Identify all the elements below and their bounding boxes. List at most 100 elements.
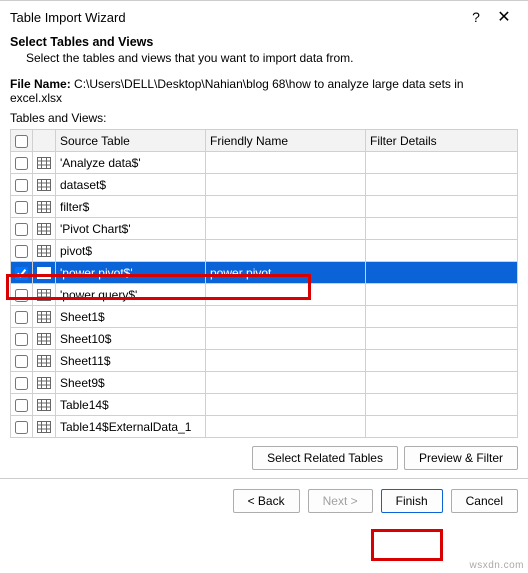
row-source-table[interactable]: Table14$ExternalData_1 bbox=[56, 416, 206, 438]
table-row[interactable]: Sheet11$ bbox=[11, 350, 518, 372]
row-checkbox[interactable] bbox=[15, 333, 28, 346]
table-row[interactable]: 'Analyze data$' bbox=[11, 152, 518, 174]
header-filter-details[interactable]: Filter Details bbox=[366, 130, 518, 152]
header-source-table[interactable]: Source Table bbox=[56, 130, 206, 152]
table-row[interactable]: 'power pivot$'power pivot bbox=[11, 262, 518, 284]
row-source-table[interactable]: 'Analyze data$' bbox=[56, 152, 206, 174]
row-friendly-name[interactable] bbox=[206, 394, 366, 416]
row-friendly-name[interactable] bbox=[206, 284, 366, 306]
row-filter-details[interactable] bbox=[366, 218, 518, 240]
row-filter-details[interactable] bbox=[366, 196, 518, 218]
row-source-table[interactable]: Sheet9$ bbox=[56, 372, 206, 394]
row-filter-details[interactable] bbox=[366, 394, 518, 416]
row-icon-cell bbox=[33, 152, 56, 174]
row-source-table[interactable]: filter$ bbox=[56, 196, 206, 218]
row-checkbox[interactable] bbox=[15, 399, 28, 412]
tables-grid[interactable]: Source Table Friendly Name Filter Detail… bbox=[10, 129, 518, 438]
row-filter-details[interactable] bbox=[366, 350, 518, 372]
row-friendly-name[interactable] bbox=[206, 152, 366, 174]
row-filter-details[interactable] bbox=[366, 306, 518, 328]
row-source-table[interactable]: 'power query$' bbox=[56, 284, 206, 306]
row-friendly-name[interactable]: power pivot bbox=[206, 262, 366, 284]
row-checkbox-cell[interactable] bbox=[11, 240, 33, 262]
row-friendly-name[interactable] bbox=[206, 350, 366, 372]
row-checkbox-cell[interactable] bbox=[11, 152, 33, 174]
row-checkbox-cell[interactable] bbox=[11, 416, 33, 438]
row-checkbox-cell[interactable] bbox=[11, 196, 33, 218]
table-row[interactable]: Sheet1$ bbox=[11, 306, 518, 328]
table-icon bbox=[37, 377, 51, 389]
select-related-tables-button[interactable]: Select Related Tables bbox=[252, 446, 398, 470]
row-source-table[interactable]: 'Pivot Chart$' bbox=[56, 218, 206, 240]
row-checkbox-cell[interactable] bbox=[11, 372, 33, 394]
header-description: Select the tables and views that you wan… bbox=[10, 49, 518, 65]
row-friendly-name[interactable] bbox=[206, 328, 366, 350]
row-source-table[interactable]: dataset$ bbox=[56, 174, 206, 196]
help-button[interactable]: ? bbox=[462, 9, 490, 25]
row-source-table[interactable]: Sheet1$ bbox=[56, 306, 206, 328]
row-checkbox-cell[interactable] bbox=[11, 306, 33, 328]
row-checkbox[interactable] bbox=[15, 289, 28, 302]
row-checkbox[interactable] bbox=[15, 223, 28, 236]
row-checkbox[interactable] bbox=[15, 201, 28, 214]
mid-button-row: Select Related Tables Preview & Filter bbox=[0, 438, 528, 476]
row-checkbox-cell[interactable] bbox=[11, 394, 33, 416]
row-filter-details[interactable] bbox=[366, 372, 518, 394]
wizard-header: Select Tables and Views Select the table… bbox=[0, 31, 528, 73]
row-checkbox[interactable] bbox=[15, 157, 28, 170]
row-checkbox-cell[interactable] bbox=[11, 262, 33, 284]
row-friendly-name[interactable] bbox=[206, 372, 366, 394]
row-filter-details[interactable] bbox=[366, 240, 518, 262]
row-filter-details[interactable] bbox=[366, 262, 518, 284]
row-checkbox[interactable] bbox=[15, 245, 28, 258]
row-checkbox[interactable] bbox=[15, 179, 28, 192]
row-source-table[interactable]: 'power pivot$' bbox=[56, 262, 206, 284]
table-row[interactable]: pivot$ bbox=[11, 240, 518, 262]
table-row[interactable]: filter$ bbox=[11, 196, 518, 218]
table-row[interactable]: 'power query$' bbox=[11, 284, 518, 306]
preview-filter-button[interactable]: Preview & Filter bbox=[404, 446, 518, 470]
table-row[interactable]: 'Pivot Chart$' bbox=[11, 218, 518, 240]
table-row[interactable]: Sheet9$ bbox=[11, 372, 518, 394]
titlebar: Table Import Wizard ? ✕ bbox=[0, 1, 528, 31]
row-filter-details[interactable] bbox=[366, 174, 518, 196]
row-filter-details[interactable] bbox=[366, 416, 518, 438]
select-all-checkbox[interactable] bbox=[15, 135, 28, 148]
header-title: Select Tables and Views bbox=[10, 35, 518, 49]
back-button[interactable]: < Back bbox=[233, 489, 300, 513]
row-friendly-name[interactable] bbox=[206, 174, 366, 196]
row-checkbox[interactable] bbox=[15, 267, 28, 280]
finish-button[interactable]: Finish bbox=[381, 489, 443, 513]
header-friendly-name[interactable]: Friendly Name bbox=[206, 130, 366, 152]
row-friendly-name[interactable] bbox=[206, 218, 366, 240]
header-checkbox-cell[interactable] bbox=[11, 130, 33, 152]
row-friendly-name[interactable] bbox=[206, 240, 366, 262]
table-icon bbox=[37, 399, 51, 411]
row-checkbox[interactable] bbox=[15, 355, 28, 368]
row-source-table[interactable]: Sheet11$ bbox=[56, 350, 206, 372]
table-row[interactable]: Sheet10$ bbox=[11, 328, 518, 350]
row-checkbox-cell[interactable] bbox=[11, 174, 33, 196]
row-friendly-name[interactable] bbox=[206, 416, 366, 438]
row-source-table[interactable]: Sheet10$ bbox=[56, 328, 206, 350]
row-checkbox[interactable] bbox=[15, 377, 28, 390]
window-title: Table Import Wizard bbox=[10, 10, 462, 25]
row-checkbox-cell[interactable] bbox=[11, 350, 33, 372]
row-friendly-name[interactable] bbox=[206, 196, 366, 218]
row-checkbox-cell[interactable] bbox=[11, 284, 33, 306]
row-filter-details[interactable] bbox=[366, 152, 518, 174]
row-filter-details[interactable] bbox=[366, 328, 518, 350]
table-row[interactable]: Table14$ bbox=[11, 394, 518, 416]
close-button[interactable]: ✕ bbox=[490, 7, 518, 27]
row-friendly-name[interactable] bbox=[206, 306, 366, 328]
table-row[interactable]: dataset$ bbox=[11, 174, 518, 196]
cancel-button[interactable]: Cancel bbox=[451, 489, 518, 513]
row-checkbox[interactable] bbox=[15, 311, 28, 324]
row-source-table[interactable]: Table14$ bbox=[56, 394, 206, 416]
row-checkbox-cell[interactable] bbox=[11, 218, 33, 240]
row-source-table[interactable]: pivot$ bbox=[56, 240, 206, 262]
row-filter-details[interactable] bbox=[366, 284, 518, 306]
row-checkbox-cell[interactable] bbox=[11, 328, 33, 350]
table-row[interactable]: Table14$ExternalData_1 bbox=[11, 416, 518, 438]
row-checkbox[interactable] bbox=[15, 421, 28, 434]
